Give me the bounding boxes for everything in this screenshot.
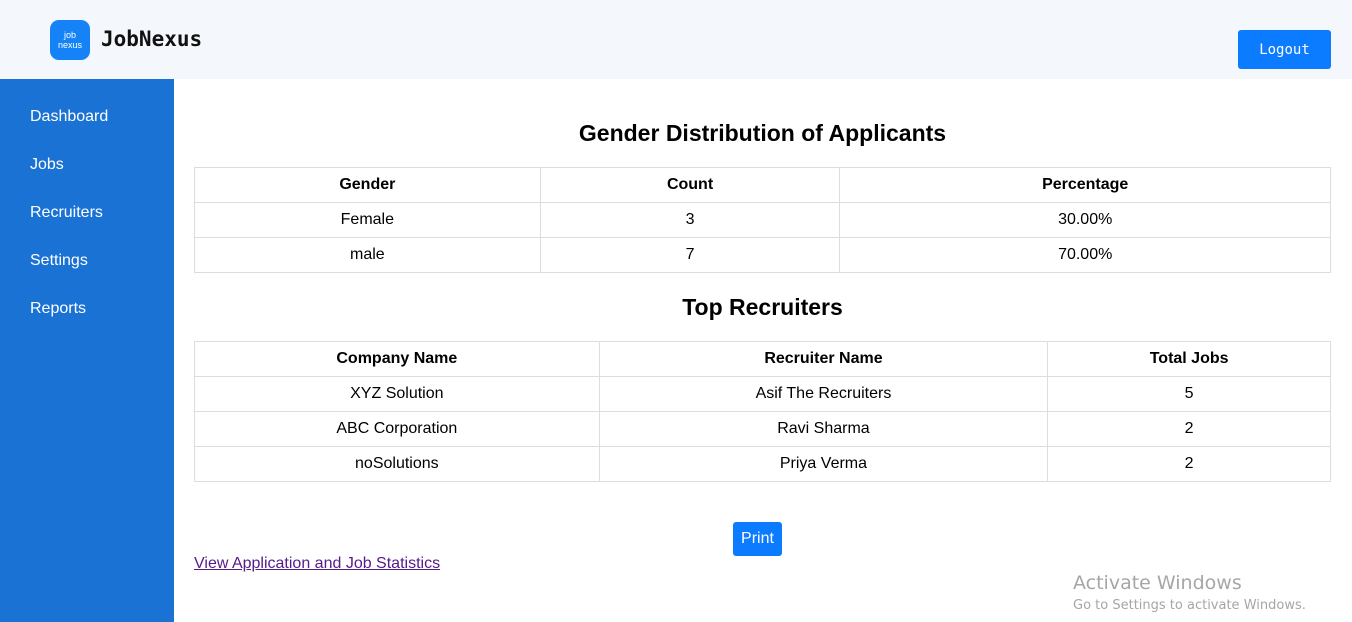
table-header-row: Gender Count Percentage [194, 167, 1331, 203]
column-header: Percentage [839, 167, 1331, 203]
column-header: Gender [194, 167, 541, 203]
sidebar-item-settings[interactable]: Settings [30, 252, 88, 270]
column-header: Count [539, 167, 841, 203]
top-header: job nexus JobNexus Logout [0, 0, 1352, 79]
table-cell: Female [194, 202, 541, 238]
column-header: Total Jobs [1047, 341, 1331, 377]
table-cell: Ravi Sharma [598, 411, 1049, 447]
logo-text-line1: job [63, 30, 76, 40]
table-cell: Asif The Recruiters [598, 376, 1049, 412]
brand-name: JobNexus [101, 27, 203, 51]
table-cell: 70.00% [839, 237, 1331, 273]
table-cell: ABC Corporation [194, 411, 600, 447]
table-cell: 5 [1047, 376, 1331, 412]
sidebar-item-recruiters[interactable]: Recruiters [30, 204, 103, 222]
table-cell: 2 [1047, 411, 1331, 447]
table-row: male 7 70.00% [194, 237, 1331, 273]
column-header: Company Name [194, 341, 600, 377]
activate-windows-title: Activate Windows [1073, 572, 1242, 594]
sidebar-item-reports[interactable]: Reports [30, 300, 86, 318]
table-row: noSolutions Priya Verma 2 [194, 446, 1331, 482]
print-button[interactable]: Print [733, 522, 782, 556]
table-cell: 3 [539, 202, 841, 238]
table-header-row: Company Name Recruiter Name Total Jobs [194, 341, 1331, 377]
table-cell: noSolutions [194, 446, 600, 482]
activate-windows-subtitle: Go to Settings to activate Windows. [1073, 598, 1306, 613]
table-row: ABC Corporation Ravi Sharma 2 [194, 411, 1331, 447]
table-cell: 30.00% [839, 202, 1331, 238]
logout-button[interactable]: Logout [1238, 30, 1331, 69]
table-row: Female 3 30.00% [194, 202, 1331, 238]
sidebar: Dashboard Jobs Recruiters Settings Repor… [0, 79, 174, 622]
view-statistics-link[interactable]: View Application and Job Statistics [194, 555, 440, 573]
table-row: XYZ Solution Asif The Recruiters 5 [194, 376, 1331, 412]
table-cell: 2 [1047, 446, 1331, 482]
sidebar-item-dashboard[interactable]: Dashboard [30, 108, 108, 126]
table-cell: 7 [539, 237, 841, 273]
gender-distribution-title: Gender Distribution of Applicants [578, 120, 947, 146]
logo-text-line2: nexus [57, 40, 83, 50]
top-recruiters-title: Top Recruiters [682, 294, 843, 320]
table-cell: XYZ Solution [194, 376, 600, 412]
sidebar-item-jobs[interactable]: Jobs [30, 156, 64, 174]
column-header: Recruiter Name [598, 341, 1049, 377]
jobnexus-logo[interactable]: job nexus [50, 20, 90, 60]
recruiters-table: Company Name Recruiter Name Total Jobs X… [194, 341, 1331, 482]
gender-table: Gender Count Percentage Female 3 30.00% … [194, 167, 1331, 273]
table-cell: male [194, 237, 541, 273]
table-cell: Priya Verma [598, 446, 1049, 482]
